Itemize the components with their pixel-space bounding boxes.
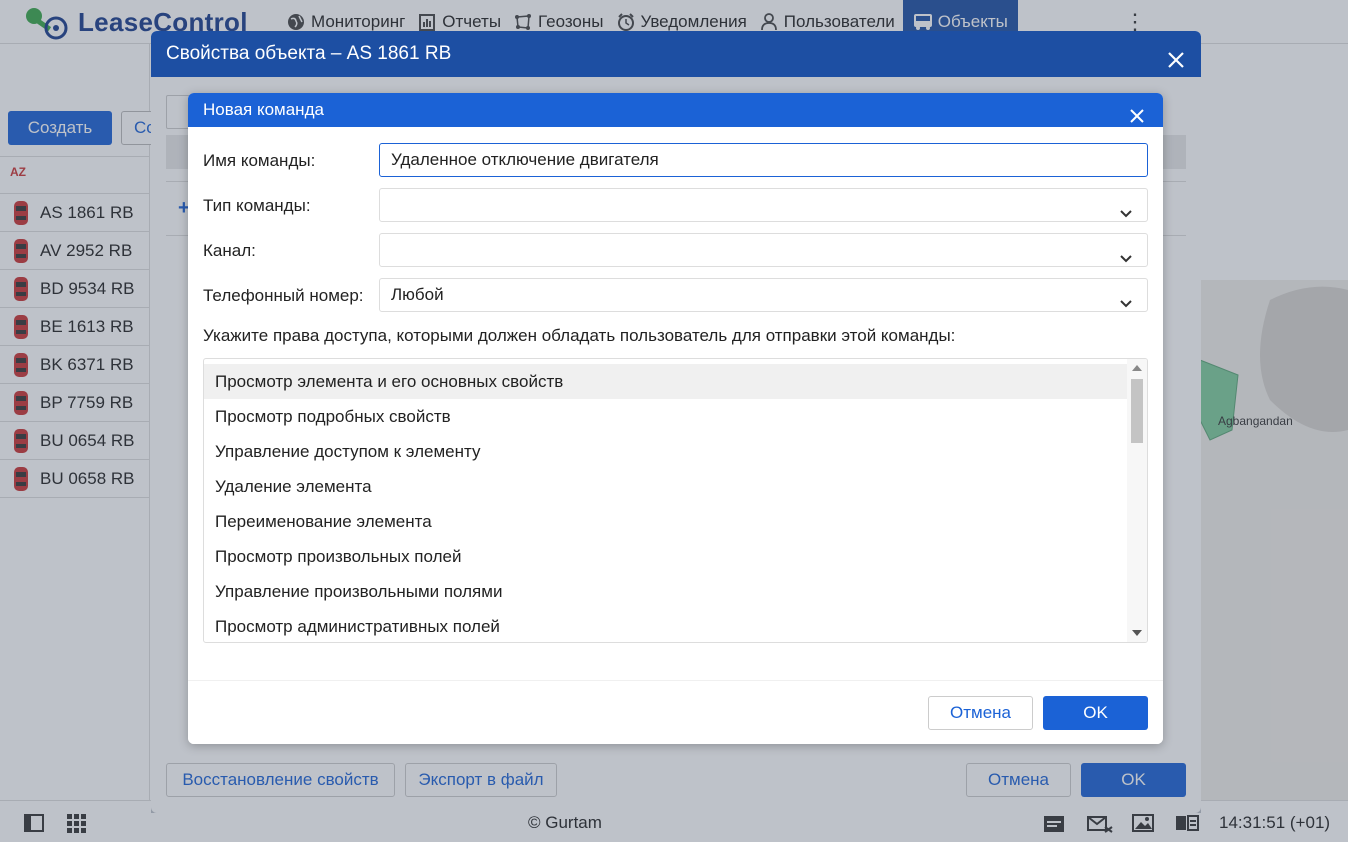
unit-properties-header: Свойства объекта – AS 1861 RB <box>151 31 1201 77</box>
phone-number-value: Любой <box>391 285 444 304</box>
scroll-up-icon[interactable] <box>1132 365 1142 371</box>
permission-item[interactable]: Просмотр административных полей <box>204 609 1128 642</box>
permission-item[interactable]: Просмотр элемента и его основных свойств <box>204 364 1128 399</box>
new-command-dialog: Новая команда Имя команды: Удаленное отк… <box>188 93 1163 744</box>
unit-properties-title: Свойства объекта – AS 1861 RB <box>166 43 452 64</box>
phone-number-select[interactable]: Любой <box>379 278 1148 312</box>
phone-number-label: Телефонный номер: <box>203 286 364 305</box>
ok-button[interactable]: OK <box>1043 696 1148 730</box>
permission-item[interactable]: Удаление элемента <box>204 469 1128 504</box>
chevron-down-icon <box>1119 199 1133 218</box>
command-name-label: Имя команды: <box>203 151 316 170</box>
permission-item[interactable]: Управление произвольными полями <box>204 574 1128 609</box>
channel-label: Канал: <box>203 241 256 260</box>
new-command-footer: Отмена OK <box>188 680 1163 744</box>
command-type-label: Тип команды: <box>203 196 311 215</box>
new-command-header: Новая команда <box>188 93 1163 127</box>
channel-select[interactable] <box>379 233 1148 267</box>
close-icon[interactable] <box>1165 43 1187 68</box>
chevron-down-icon <box>1119 244 1133 263</box>
scrollbar[interactable] <box>1127 359 1147 642</box>
permission-item[interactable]: Просмотр произвольных полей <box>204 539 1128 574</box>
permission-item[interactable]: Управление доступом к элементу <box>204 434 1128 469</box>
command-name-input[interactable]: Удаленное отключение двигателя <box>379 143 1148 177</box>
new-command-title: Новая команда <box>203 100 324 119</box>
command-type-select[interactable] <box>379 188 1148 222</box>
scroll-down-icon[interactable] <box>1132 630 1142 636</box>
close-icon[interactable] <box>1129 102 1145 123</box>
permission-item[interactable]: Просмотр подробных свойств <box>204 399 1128 434</box>
permissions-list[interactable]: Просмотр элемента и его основных свойств… <box>203 358 1148 643</box>
permissions-title: Укажите права доступа, которыми должен о… <box>203 326 956 345</box>
permission-item[interactable]: Переименование элемента <box>204 504 1128 539</box>
scrollbar-thumb[interactable] <box>1131 379 1143 443</box>
chevron-down-icon <box>1119 289 1133 308</box>
cancel-button[interactable]: Отмена <box>928 696 1033 730</box>
